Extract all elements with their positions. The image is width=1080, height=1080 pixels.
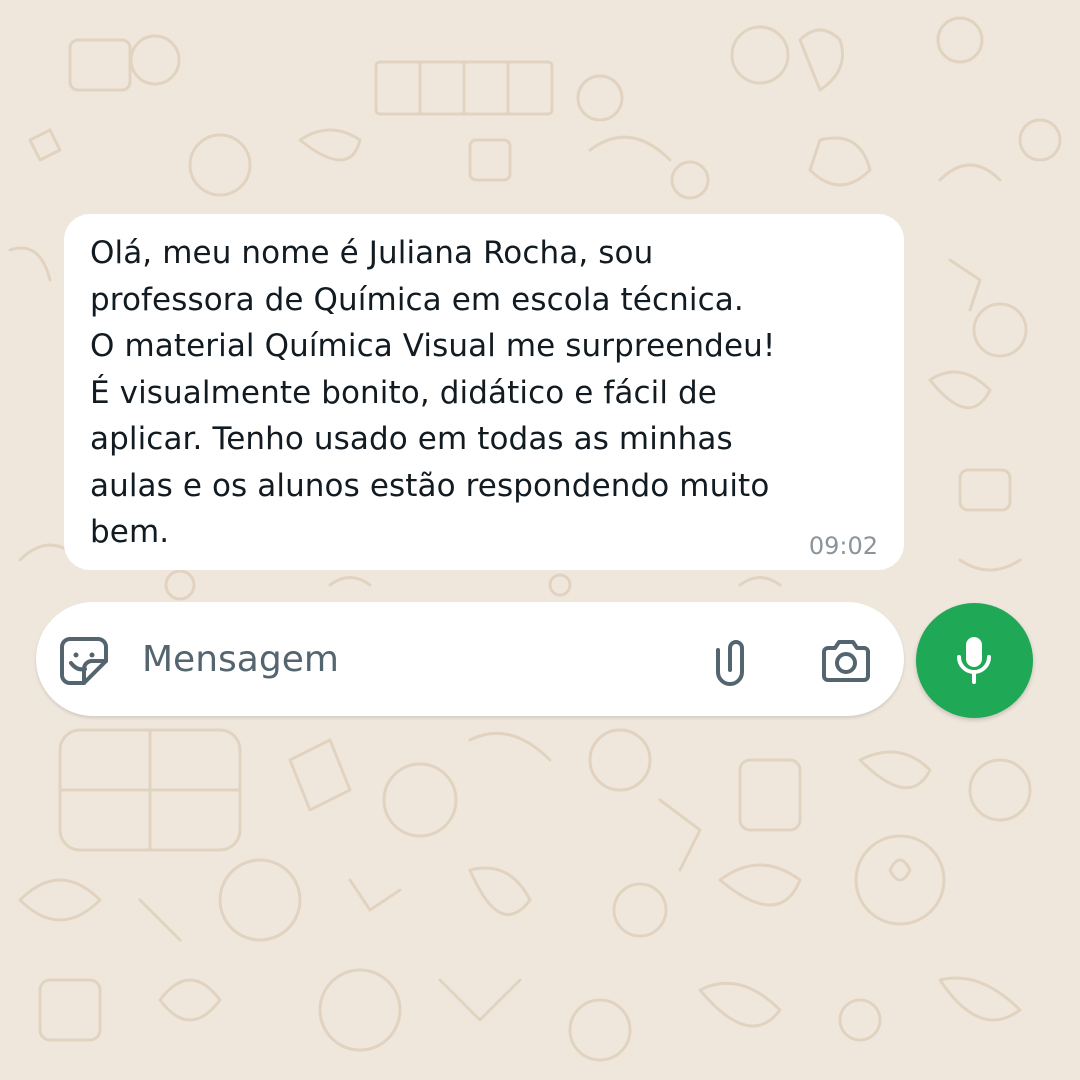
paperclip-icon <box>716 640 744 686</box>
message-composer <box>36 602 904 716</box>
camera-icon <box>822 640 870 682</box>
message-bubble-incoming[interactable]: Olá, meu nome é Juliana Rocha, sou profe… <box>64 214 904 570</box>
camera-button[interactable] <box>820 638 872 684</box>
microphone-icon <box>957 637 991 684</box>
message-timestamp: 09:02 <box>808 532 878 560</box>
attach-button[interactable] <box>708 636 752 686</box>
sticker-emoji-icon <box>60 637 108 685</box>
voice-message-button[interactable] <box>916 603 1033 718</box>
sticker-emoji-button[interactable] <box>58 635 110 687</box>
message-input[interactable] <box>142 628 662 690</box>
message-text: Olá, meu nome é Juliana Rocha, sou profe… <box>90 235 776 550</box>
